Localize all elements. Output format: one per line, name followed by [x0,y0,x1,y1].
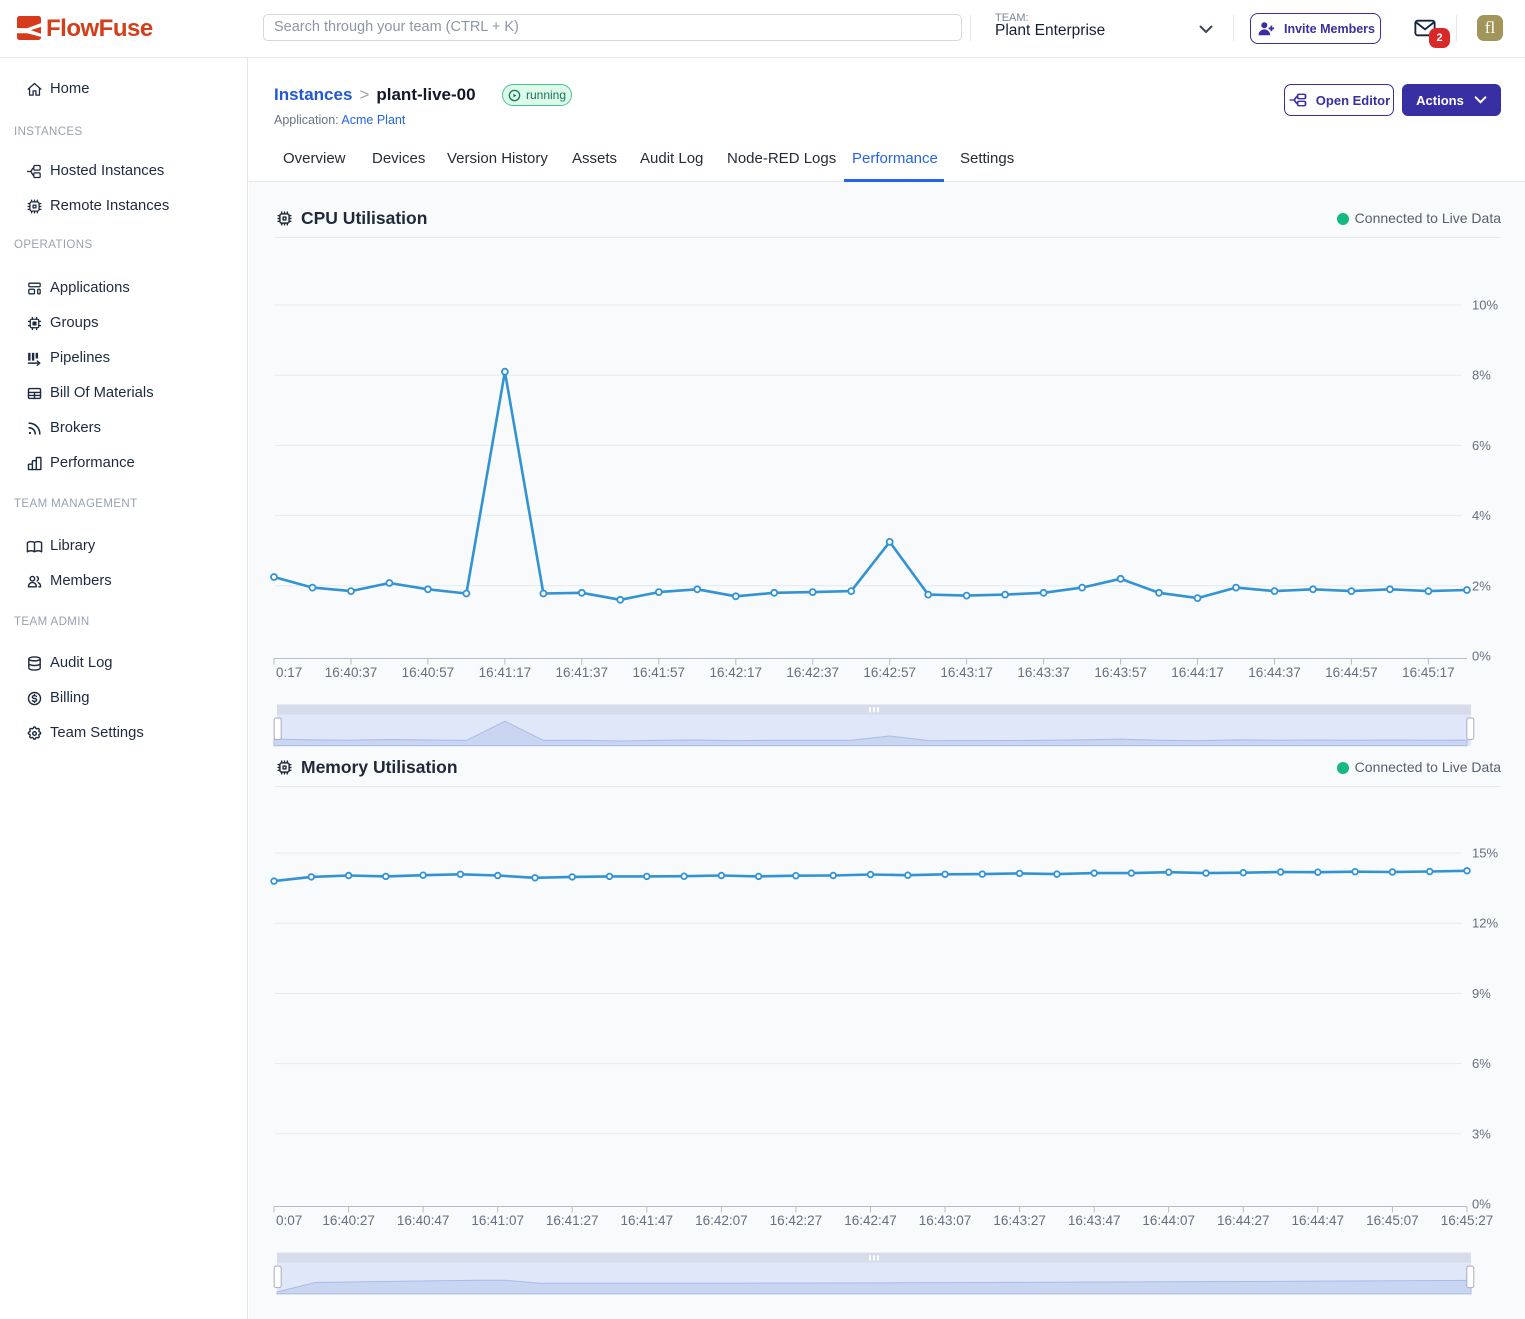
svg-text:16:41:57: 16:41:57 [633,665,686,680]
svg-text:9%: 9% [1472,986,1491,1001]
svg-text:16:40:57: 16:40:57 [402,665,455,680]
svg-text:16:40:47: 16:40:47 [397,1213,450,1228]
svg-text:16:44:57: 16:44:57 [1325,665,1378,680]
svg-text:16:41:47: 16:41:47 [621,1213,674,1228]
svg-text:3%: 3% [1472,1126,1491,1141]
svg-text:6%: 6% [1472,1056,1491,1071]
svg-text:16:42:27: 16:42:27 [770,1213,823,1228]
svg-text:16:44:37: 16:44:37 [1248,665,1301,680]
svg-text:0:07: 0:07 [276,1213,302,1228]
svg-text:16:43:57: 16:43:57 [1094,665,1147,680]
svg-text:8%: 8% [1472,368,1491,383]
svg-text:2%: 2% [1472,578,1491,593]
svg-text:12%: 12% [1472,916,1498,931]
svg-text:16:45:07: 16:45:07 [1366,1213,1419,1228]
svg-text:16:43:17: 16:43:17 [940,665,993,680]
svg-text:16:44:27: 16:44:27 [1217,1213,1270,1228]
svg-text:16:42:07: 16:42:07 [695,1213,748,1228]
svg-text:4%: 4% [1472,508,1491,523]
svg-text:16:43:37: 16:43:37 [1017,665,1070,680]
svg-text:10%: 10% [1472,298,1498,313]
svg-text:16:43:27: 16:43:27 [993,1213,1046,1228]
svg-text:16:41:17: 16:41:17 [479,665,532,680]
svg-text:15%: 15% [1472,846,1498,861]
svg-text:16:42:47: 16:42:47 [844,1213,897,1228]
svg-text:16:42:57: 16:42:57 [863,665,916,680]
svg-text:16:40:37: 16:40:37 [325,665,378,680]
svg-text:16:42:37: 16:42:37 [786,665,839,680]
svg-text:0:17: 0:17 [276,665,302,680]
svg-text:16:45:17: 16:45:17 [1402,665,1455,680]
svg-text:16:44:07: 16:44:07 [1142,1213,1195,1228]
svg-text:16:41:27: 16:41:27 [546,1213,599,1228]
svg-text:16:41:37: 16:41:37 [556,665,609,680]
svg-text:16:44:17: 16:44:17 [1171,665,1224,680]
svg-text:0%: 0% [1472,1197,1491,1212]
svg-text:16:44:47: 16:44:47 [1292,1213,1345,1228]
svg-text:16:45:27: 16:45:27 [1441,1213,1494,1228]
svg-text:0%: 0% [1472,649,1491,664]
svg-text:16:40:27: 16:40:27 [322,1213,375,1228]
svg-text:16:43:47: 16:43:47 [1068,1213,1121,1228]
svg-text:16:43:07: 16:43:07 [919,1213,972,1228]
svg-text:16:42:17: 16:42:17 [710,665,763,680]
svg-text:6%: 6% [1472,438,1491,453]
svg-text:16:41:07: 16:41:07 [471,1213,524,1228]
